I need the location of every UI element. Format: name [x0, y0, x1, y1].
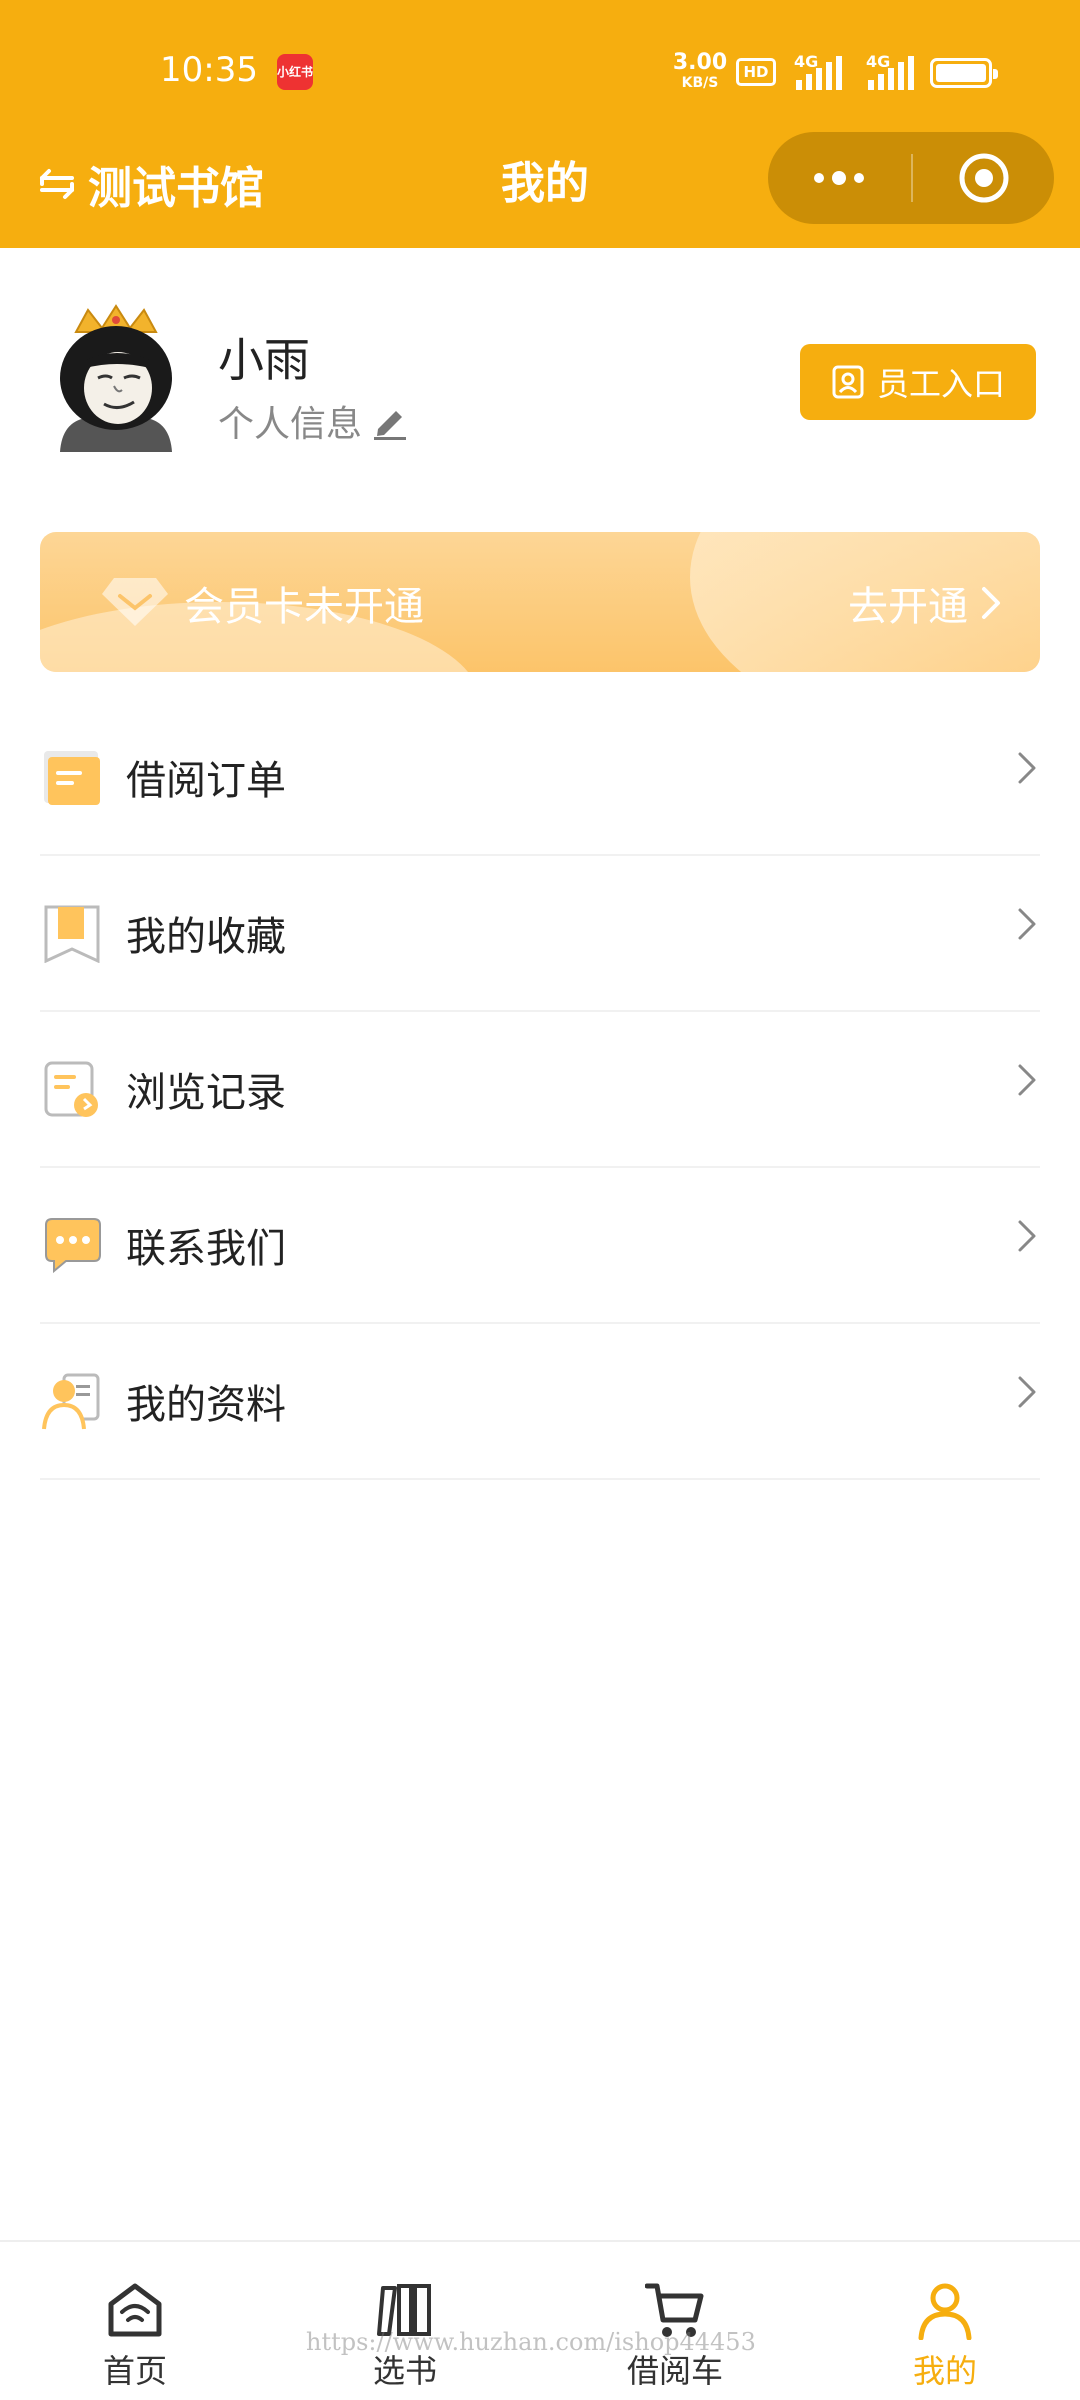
tab-bar: 首页 选书 借阅车 我的: [0, 2240, 1080, 2400]
menu-item-contact-us[interactable]: 联系我们: [40, 1168, 1040, 1324]
tab-borrow-cart[interactable]: 借阅车: [540, 2242, 810, 2400]
menu-item-label: 浏览记录: [126, 1070, 286, 1116]
chat-icon: [45, 1218, 101, 1274]
network-speed: 3.00 KB/S: [672, 50, 728, 91]
tab-label: 首页: [102, 2352, 167, 2390]
watermark-text: https://www.huzhan.com/ishop44453: [306, 2328, 756, 2356]
menu-list: 借阅订单 我的收藏 浏览记录 联系我们 我的资料: [40, 700, 1040, 1480]
library-name: 测试书馆: [88, 163, 264, 214]
staff-entry-button[interactable]: 员工入口: [800, 344, 1036, 420]
notification-app-badge: 小红书: [277, 54, 313, 90]
switch-library-button[interactable]: 测试书馆: [34, 154, 264, 214]
home-icon: [108, 2283, 162, 2337]
hd-voice-icon: HD: [736, 58, 776, 86]
status-time: 10:35: [160, 50, 258, 90]
header-bar: 10:35 小红书 3.00 KB/S HD 4G 4G 测试书馆 我的: [0, 0, 1080, 248]
switch-arrows-icon: [40, 169, 74, 199]
chevron-right-icon: [1018, 752, 1036, 784]
user-icon: [918, 2283, 972, 2340]
menu-item-label: 我的资料: [126, 1382, 286, 1428]
avatar[interactable]: [46, 302, 186, 452]
network-speed-unit: KB/S: [681, 75, 719, 91]
more-button[interactable]: [768, 132, 910, 224]
miniprogram-capsule: [768, 132, 1054, 224]
staff-entry-label: 员工入口: [876, 365, 1005, 403]
chevron-right-icon: [1018, 908, 1036, 940]
chevron-right-icon: [1018, 1220, 1036, 1252]
menu-item-borrow-orders[interactable]: 借阅订单: [40, 700, 1040, 856]
order-icon: [44, 751, 100, 805]
battery-icon: [930, 58, 998, 88]
more-dots-icon: [814, 171, 864, 185]
close-miniprogram-button[interactable]: [913, 132, 1054, 224]
signal-icon: 4G: [866, 52, 922, 90]
menu-item-label: 借阅订单: [126, 758, 286, 804]
tab-mine[interactable]: 我的: [810, 2242, 1080, 2400]
menu-item-label: 我的收藏: [126, 914, 286, 960]
history-icon: [44, 1061, 98, 1117]
bookmark-icon: [44, 905, 100, 963]
membership-card[interactable]: 会员卡未开通 去开通: [40, 532, 1040, 672]
status-bar: 10:35 小红书 3.00 KB/S HD 4G 4G: [0, 0, 1080, 130]
chevron-right-icon: [982, 587, 1000, 619]
membership-status: 会员卡未开通: [184, 584, 424, 630]
network-speed-value: 3.00: [672, 50, 728, 75]
diamond-icon: [102, 578, 168, 626]
target-close-icon: [959, 153, 1008, 203]
tab-choose-books[interactable]: 选书: [270, 2242, 540, 2400]
tab-home[interactable]: 首页: [0, 2242, 270, 2400]
chevron-right-icon: [1018, 1376, 1036, 1408]
activate-label: 去开通: [848, 584, 968, 630]
menu-item-favorites[interactable]: 我的收藏: [40, 856, 1040, 1012]
menu-item-label: 联系我们: [126, 1226, 286, 1272]
chevron-right-icon: [1018, 1064, 1036, 1096]
menu-item-my-profile[interactable]: 我的资料: [40, 1324, 1040, 1480]
edit-profile-link[interactable]: 个人信息: [218, 396, 410, 446]
tab-label: 我的: [912, 2352, 977, 2390]
signal-type-label: 4G: [794, 52, 819, 71]
pencil-icon: [374, 411, 407, 440]
avatar-image: [60, 304, 172, 452]
menu-item-history[interactable]: 浏览记录: [40, 1012, 1040, 1168]
activate-membership-link[interactable]: 去开通: [848, 574, 1004, 632]
user-name: 小雨: [218, 333, 310, 387]
profile-info-label: 个人信息: [218, 404, 363, 445]
signal-type-label: 4G: [866, 52, 891, 71]
staff-badge-icon: [832, 365, 864, 399]
profile-icon: [42, 1373, 100, 1430]
signal-icon: 4G: [794, 52, 850, 90]
